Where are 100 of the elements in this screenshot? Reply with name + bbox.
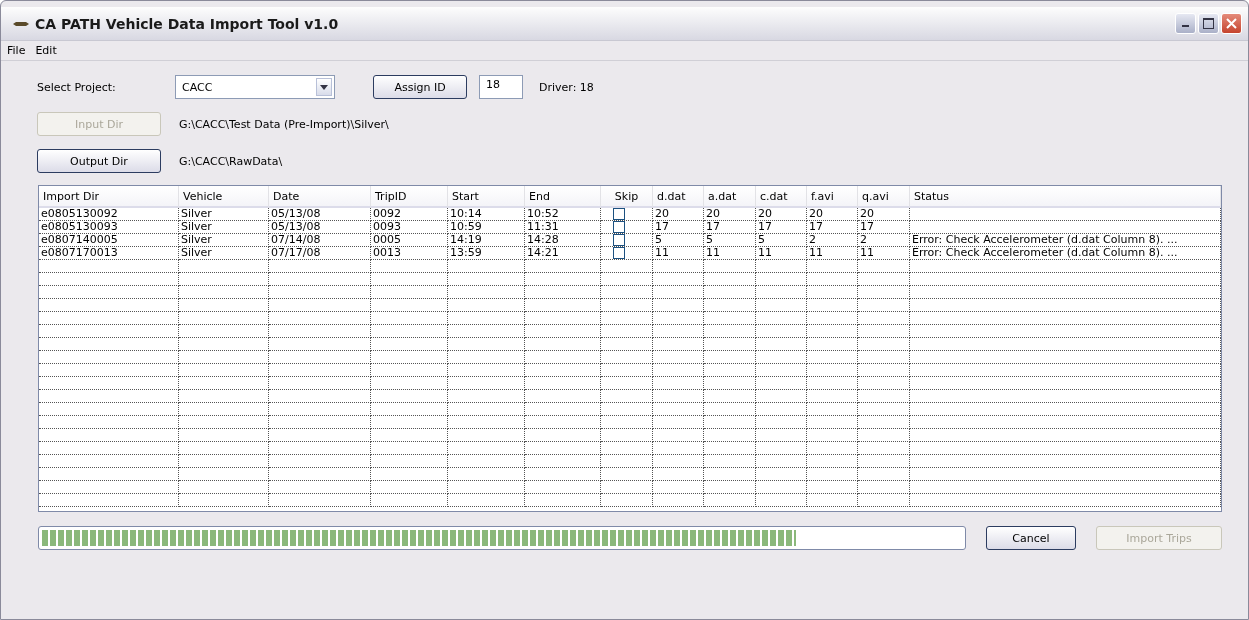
empty-cell: [807, 338, 858, 351]
empty-cell: [653, 416, 704, 429]
column-header[interactable]: d.dat: [653, 186, 704, 208]
empty-cell: [807, 455, 858, 468]
empty-cell: [653, 325, 704, 338]
empty-cell: [704, 390, 756, 403]
empty-cell: [858, 481, 910, 494]
output-dir-button[interactable]: Output Dir: [37, 149, 161, 173]
column-header[interactable]: Import Dir: [39, 186, 179, 208]
project-dropdown[interactable]: CACC: [175, 75, 335, 99]
empty-cell: [858, 442, 910, 455]
empty-cell: [756, 312, 807, 325]
column-header[interactable]: c.dat: [756, 186, 807, 208]
empty-cell: [653, 403, 704, 416]
skip-checkbox[interactable]: [613, 221, 625, 233]
empty-cell: [807, 429, 858, 442]
column-header[interactable]: Vehicle: [179, 186, 269, 208]
empty-cell: [756, 429, 807, 442]
table-cell: 20: [756, 208, 807, 221]
empty-cell: [858, 260, 910, 273]
table-cell: e0805130093: [39, 221, 179, 234]
empty-cell: [807, 442, 858, 455]
empty-cell: [601, 494, 653, 507]
empty-cell: [704, 286, 756, 299]
menu-item[interactable]: File: [7, 44, 26, 57]
empty-cell: [601, 429, 653, 442]
table-cell: 0013: [371, 247, 448, 260]
column-header[interactable]: a.dat: [704, 186, 756, 208]
column-header[interactable]: Status: [910, 186, 1221, 208]
driver-label: Driver: 18: [539, 80, 594, 94]
cancel-button[interactable]: Cancel: [986, 526, 1076, 550]
menu-item[interactable]: Edit: [35, 44, 57, 57]
table-cell: 11: [653, 247, 704, 260]
empty-cell: [858, 364, 910, 377]
empty-cell: [807, 377, 858, 390]
empty-cell: [704, 299, 756, 312]
empty-cell: [704, 481, 756, 494]
table-cell: 17: [653, 221, 704, 234]
table-cell: 05/13/08: [269, 208, 371, 221]
skip-checkbox[interactable]: [613, 234, 625, 246]
empty-cell: [704, 494, 756, 507]
empty-cell: [653, 312, 704, 325]
table-cell: 13:59: [448, 247, 525, 260]
table-cell: 0093: [371, 221, 448, 234]
empty-cell: [704, 364, 756, 377]
empty-cell: [704, 455, 756, 468]
table-cell: 0005: [371, 234, 448, 247]
empty-cell: [653, 429, 704, 442]
empty-cell: [807, 494, 858, 507]
empty-cell: [756, 286, 807, 299]
empty-cell: [704, 312, 756, 325]
empty-cell: [653, 299, 704, 312]
column-header[interactable]: Date: [269, 186, 371, 208]
empty-cell: [653, 494, 704, 507]
maximize-button[interactable]: [1198, 13, 1219, 34]
column-header[interactable]: f.avi: [807, 186, 858, 208]
table-cell: 2: [807, 234, 858, 247]
maximize-icon: [1203, 18, 1214, 29]
empty-cell: [807, 351, 858, 364]
empty-cell: [807, 312, 858, 325]
empty-cell: [807, 416, 858, 429]
table-cell: 17: [807, 221, 858, 234]
input-path: G:\CACC\Test Data (Pre-Import)\Silver\: [179, 117, 389, 131]
column-header[interactable]: End: [525, 186, 601, 208]
empty-cell: [858, 416, 910, 429]
empty-cell: [807, 299, 858, 312]
assign-id-button[interactable]: Assign ID: [373, 75, 467, 99]
table-cell: Silver: [179, 208, 269, 221]
table-cell: 05/13/08: [269, 221, 371, 234]
column-header[interactable]: Start: [448, 186, 525, 208]
column-header[interactable]: TripID: [371, 186, 448, 208]
column-header[interactable]: q.avi: [858, 186, 910, 208]
empty-cell: [653, 338, 704, 351]
empty-cell: [807, 481, 858, 494]
table-cell: 17: [704, 221, 756, 234]
table-cell: 14:19: [448, 234, 525, 247]
empty-cell: [756, 390, 807, 403]
skip-checkbox[interactable]: [613, 208, 625, 220]
empty-cell: [601, 468, 653, 481]
id-field[interactable]: 18: [479, 75, 523, 99]
empty-cell: [858, 455, 910, 468]
empty-cell: [704, 325, 756, 338]
empty-cell: [601, 312, 653, 325]
table-cell: 11: [858, 247, 910, 260]
empty-cell: [858, 312, 910, 325]
table-cell: 11: [756, 247, 807, 260]
empty-cell: [601, 273, 653, 286]
empty-cell: [756, 403, 807, 416]
empty-cell: [653, 273, 704, 286]
minimize-button[interactable]: [1175, 13, 1196, 34]
table-cell: e0805130092: [39, 208, 179, 221]
close-button[interactable]: [1221, 13, 1242, 34]
table-cell: 17: [756, 221, 807, 234]
table-cell: e0807140005: [39, 234, 179, 247]
empty-cell: [601, 390, 653, 403]
table-cell: 0092: [371, 208, 448, 221]
column-header[interactable]: Skip: [601, 186, 653, 208]
project-label: Select Project:: [37, 80, 117, 94]
skip-checkbox[interactable]: [613, 247, 625, 259]
empty-cell: [704, 468, 756, 481]
